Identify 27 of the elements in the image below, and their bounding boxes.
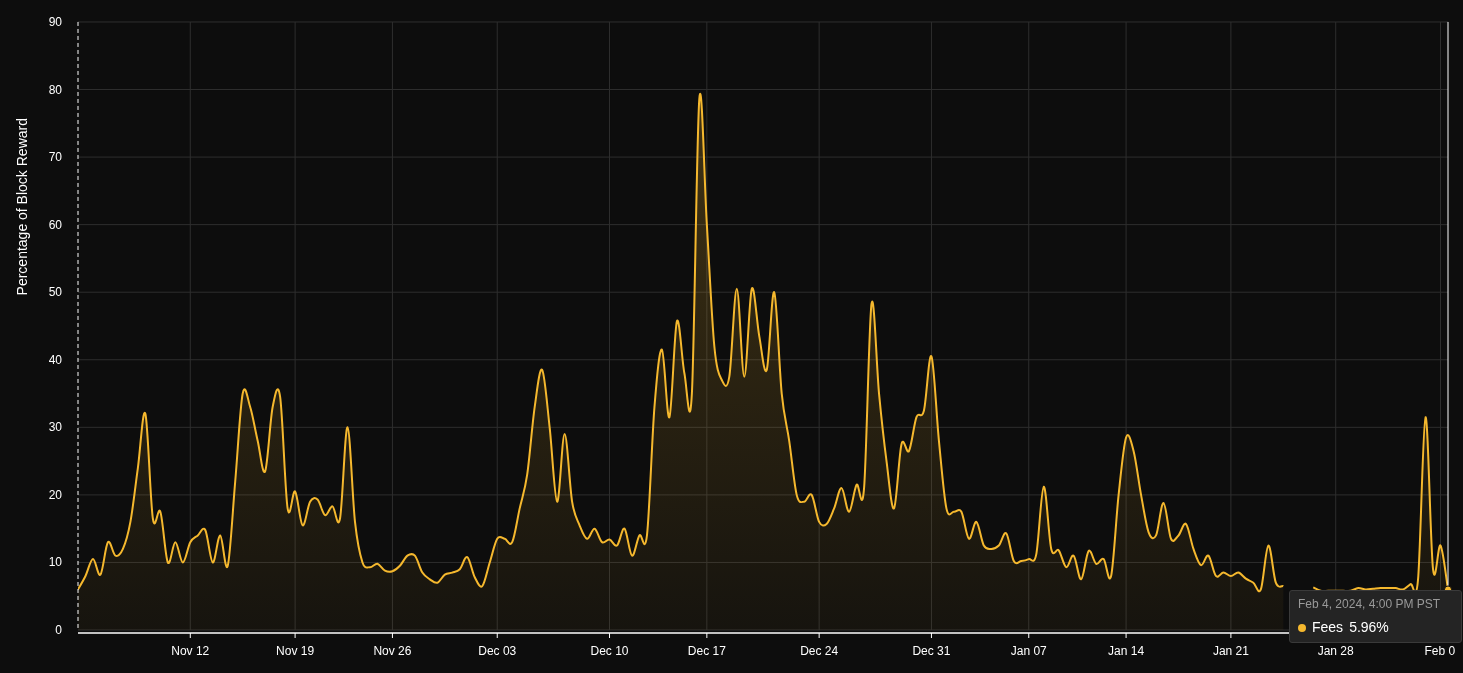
x-tick-label: Dec 17 [687,644,726,658]
x-tick-label: Dec 03 [478,644,517,658]
x-tick-label: Jan 07 [1010,644,1047,658]
y-tick-label: 0 [55,623,62,637]
x-tick-label: Dec 31 [912,644,951,658]
x-tick-label: Nov 19 [276,644,315,658]
x-tick-label: Feb 0 [1424,644,1456,658]
tooltip-date: Feb 4, 2024, 4:00 PM PST [1298,597,1442,611]
y-tick-label: 10 [48,555,62,570]
x-tick-label: Dec 24 [800,644,839,658]
y-tick-label: 30 [48,420,62,435]
y-tick-label: 90 [48,14,62,29]
x-tick-label: Jan 14 [1108,644,1145,658]
x-tick-label: Jan 28 [1317,644,1354,658]
x-tick-label: Nov 12 [171,644,210,658]
y-tick-label: 60 [48,217,62,232]
y-tick-label: 80 [48,82,62,97]
y-tick-label: 20 [48,487,62,502]
y-tick-label: 70 [48,150,62,165]
x-tick-label: Dec 10 [590,644,629,658]
y-axis-title: Percentage of Block Reward [12,118,31,296]
y-tick-label: 40 [48,352,62,367]
tooltip-value: 5.96% [1349,619,1389,636]
y-tick-label: 50 [48,285,62,300]
x-tick-label: Jan 21 [1212,644,1249,658]
tooltip-series: Fees [1312,619,1344,636]
x-tick-label: Nov 26 [373,644,412,658]
